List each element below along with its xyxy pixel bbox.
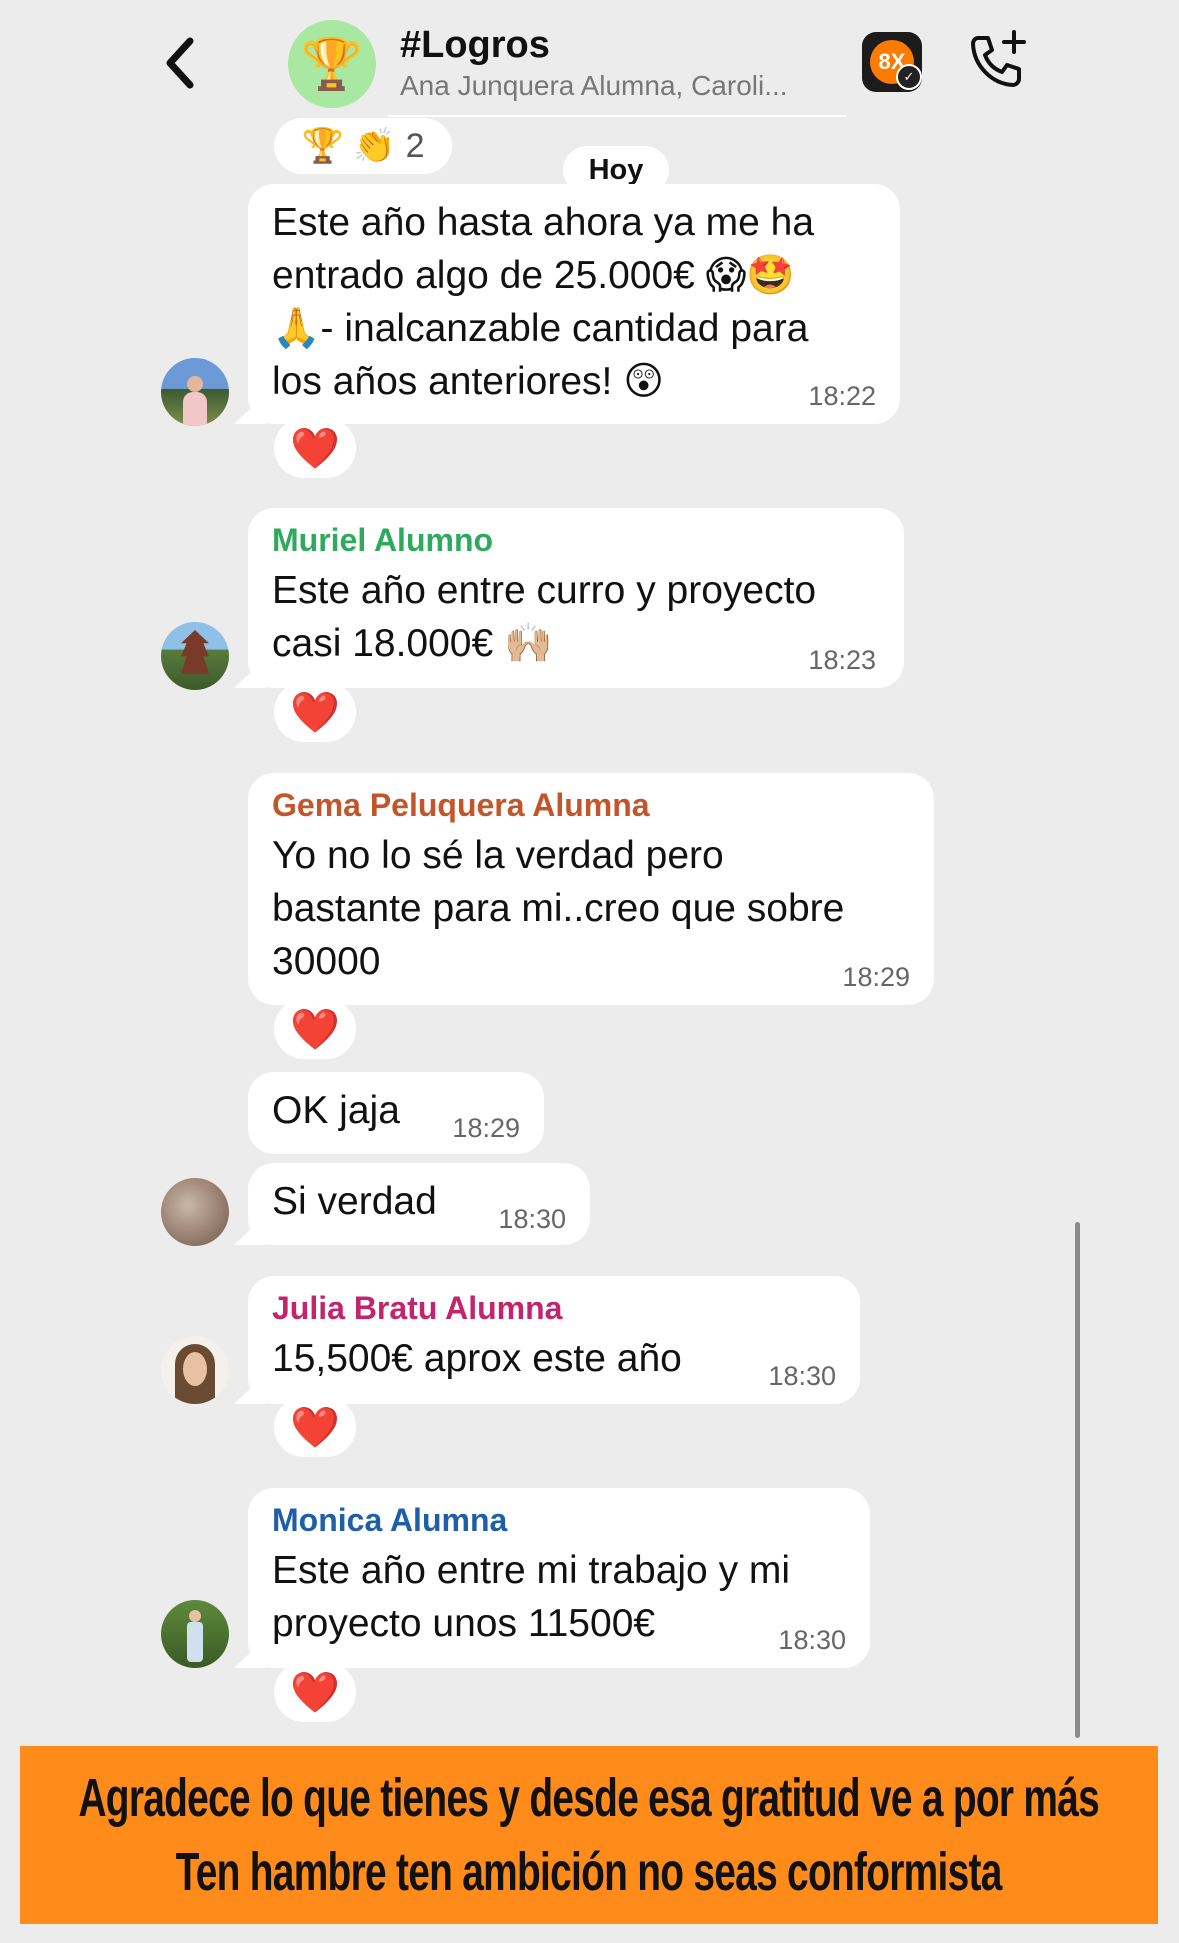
message-text: OK jaja — [272, 1089, 400, 1132]
heart-icon: ❤️ — [290, 690, 340, 735]
message-time: 18:30 — [778, 1625, 846, 1655]
heart-icon: ❤️ — [290, 1405, 340, 1450]
message-bubble[interactable]: Julia Bratu Alumna 15,500€ aprox este añ… — [248, 1276, 860, 1404]
reaction-pill[interactable]: 🏆 👏 2 — [274, 118, 452, 174]
reaction-pill[interactable]: ❤️ — [274, 418, 356, 478]
message-text: Yo no lo sé la verdad pero bastante para… — [272, 834, 845, 983]
message-text: Este año hasta ahora ya me ha entrado al… — [272, 201, 815, 403]
sender-name[interactable]: Julia Bratu Alumna — [272, 1290, 562, 1327]
message-bubble[interactable]: Muriel Alumno Este año entre curro y pro… — [248, 508, 904, 688]
message-time: 18:29 — [452, 1113, 520, 1143]
reaction-emojis: 🏆 👏 — [301, 127, 396, 165]
message-time: 18:23 — [808, 645, 876, 675]
avatar[interactable] — [161, 358, 229, 426]
message-bubble[interactable]: Este año hasta ahora ya me ha entrado al… — [248, 184, 900, 424]
message-text: Este año entre mi trabajo y mi proyecto … — [272, 1549, 791, 1645]
message-time: 18:30 — [768, 1361, 836, 1391]
heart-icon: ❤️ — [290, 1670, 340, 1715]
message-time: 18:22 — [808, 381, 876, 411]
message-bubble[interactable]: Si verdad 18:30 — [248, 1163, 590, 1245]
message-time: 18:30 — [498, 1204, 566, 1234]
avatar[interactable] — [161, 1336, 229, 1404]
sender-name[interactable]: Monica Alumna — [272, 1502, 507, 1539]
reaction-pill[interactable]: ❤️ — [274, 1662, 356, 1722]
message-text: 15,500€ aprox este año — [272, 1337, 682, 1380]
message-bubble[interactable]: Monica Alumna Este año entre mi trabajo … — [248, 1488, 870, 1668]
reaction-pill[interactable]: ❤️ — [274, 999, 356, 1059]
caption-line-1: Agradece lo que tienes y desde esa grati… — [78, 1768, 1100, 1828]
heart-icon: ❤️ — [290, 426, 340, 471]
sender-name[interactable]: Muriel Alumno — [272, 522, 493, 559]
avatar[interactable] — [161, 1600, 229, 1668]
heart-icon: ❤️ — [290, 1007, 340, 1052]
message-text: Este año entre curro y proyecto casi 18.… — [272, 569, 817, 665]
message-bubble[interactable]: OK jaja 18:29 — [248, 1072, 544, 1154]
reaction-pill[interactable]: ❤️ — [274, 1397, 356, 1457]
scrollbar[interactable] — [1075, 1222, 1080, 1738]
sender-name[interactable]: Gema Peluquera Alumna — [272, 787, 650, 824]
message-time: 18:29 — [842, 962, 910, 992]
reaction-pill[interactable]: ❤️ — [274, 682, 356, 742]
caption-line-2: Ten hambre ten ambición no seas conformi… — [175, 1842, 1003, 1902]
message-text: Si verdad — [272, 1180, 437, 1223]
message-bubble[interactable]: Gema Peluquera Alumna Yo no lo sé la ver… — [248, 773, 934, 1005]
message-list[interactable]: 🏆 👏 2 Hoy Este año hasta ahora ya me ha … — [0, 0, 1179, 1943]
reaction-count: 2 — [405, 126, 425, 165]
avatar[interactable] — [161, 622, 229, 690]
caption-banner: Agradece lo que tienes y desde esa grati… — [20, 1746, 1158, 1924]
avatar[interactable] — [161, 1178, 229, 1246]
